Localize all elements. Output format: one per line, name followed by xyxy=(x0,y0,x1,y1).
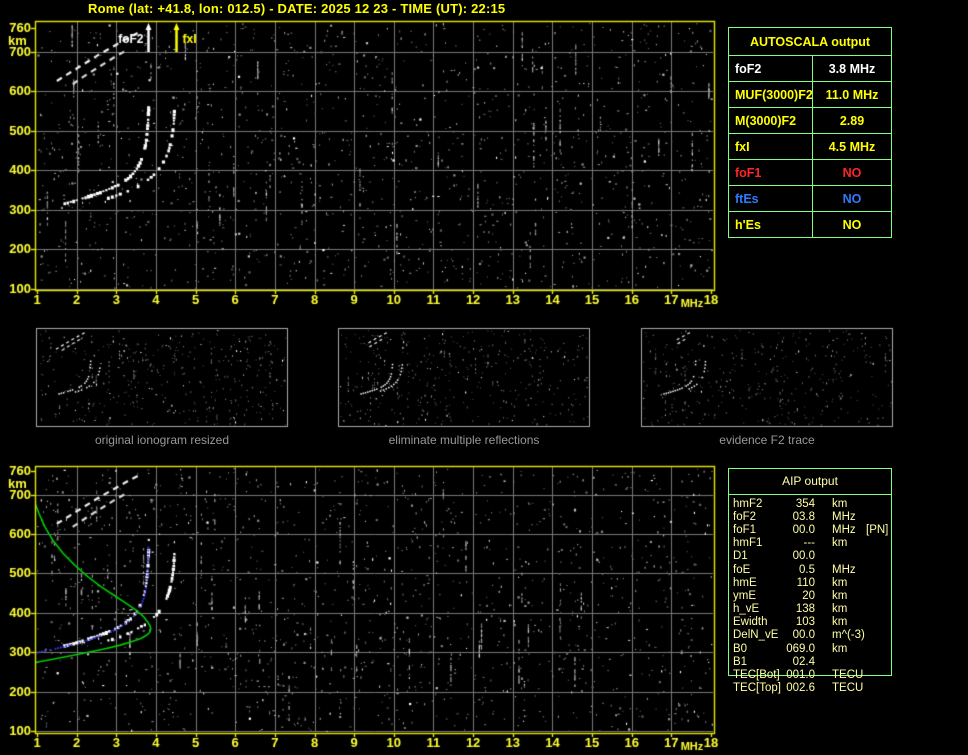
aip-row-B1: B1 02.4 xyxy=(733,655,933,668)
autoscala-param-value: NO xyxy=(842,165,862,180)
autoscala-output-title: AUTOSCALA output xyxy=(749,34,871,49)
aip-unit: MHz xyxy=(832,510,856,523)
aip-label: ymE xyxy=(733,589,756,602)
aip-value: 00.0 xyxy=(792,629,815,642)
autoscala-row-ftEs: ftEs NO xyxy=(729,185,891,211)
aip-value: 02.4 xyxy=(792,655,815,668)
aip-unit: km xyxy=(832,603,848,616)
autoscala-output-table: AUTOSCALA output foF2 3.8 MHz MUF(3000)F2 1… xyxy=(728,27,892,238)
autoscala-screen: Rome (lat: +41.8, lon: 012.5) - DATE: 20… xyxy=(0,0,968,755)
autoscala-param-label: fxI xyxy=(729,134,813,159)
aip-label: TEC[Bot] xyxy=(733,669,780,682)
aip-output-title: AIP output xyxy=(782,474,838,488)
aip-row-hmF1: hmF1 --- km xyxy=(733,537,933,550)
aip-row-foF2: foF2 03.8 MHz xyxy=(733,510,933,523)
autoscala-row-foF2: foF2 3.8 MHz xyxy=(729,55,891,81)
aip-value: 002.6 xyxy=(786,682,815,695)
autoscala-param-label: M(3000)F2 xyxy=(729,108,813,133)
thumbnail-caption-evidence: evidence F2 trace xyxy=(719,433,815,447)
autoscala-row-h'Es: h'Es NO xyxy=(729,211,891,237)
aip-label: hmF1 xyxy=(733,537,763,550)
aip-value: 00.0 xyxy=(792,550,815,563)
autoscala-param-value: NO xyxy=(842,217,862,232)
aip-value: 069.0 xyxy=(786,642,815,655)
aip-value: --- xyxy=(803,537,816,550)
aip-label: foE xyxy=(733,563,751,576)
aip-rows: hmF2 354 km foF2 03.8 MHz foF1 00.0 MHz [PN] hmF1 -… xyxy=(733,497,933,695)
aip-value: 03.8 xyxy=(792,510,815,523)
autoscala-param-label: ftEs xyxy=(729,186,813,211)
aip-unit: km xyxy=(832,642,848,655)
aip-row-hmE: hmE 110 km xyxy=(733,576,933,589)
aip-row-Ewidth: Ewidth 103 km xyxy=(733,616,933,629)
autoscala-rows: foF2 3.8 MHz MUF(3000)F2 11.0 MHz M(3000)F2 2… xyxy=(729,55,891,237)
autoscala-param-value: NO xyxy=(842,191,862,206)
aip-label: h_vE xyxy=(733,603,760,616)
aip-unit: km xyxy=(832,576,848,589)
aip-value: 00.0 xyxy=(792,523,815,536)
aip-extra: [PN] xyxy=(866,523,889,536)
autoscala-row-foF1: foF1 NO xyxy=(729,159,891,185)
autoscala-param-value: 11.0 MHz xyxy=(825,87,879,102)
aip-row-foF1: foF1 00.0 MHz [PN] xyxy=(733,523,933,536)
aip-row-B0: B0 069.0 km xyxy=(733,642,933,655)
aip-unit: km xyxy=(832,497,848,510)
autoscala-row-M(3000)F2: M(3000)F2 2.89 xyxy=(729,107,891,133)
aip-value: 103 xyxy=(795,616,815,629)
aip-value: 20 xyxy=(802,589,815,602)
aip-label: hmE xyxy=(733,576,757,589)
aip-row-D1: D1 00.0 xyxy=(733,550,933,563)
aip-label: foF2 xyxy=(733,510,757,523)
aip-row-TEC[Bot]: TEC[Bot] 001.0 TECU xyxy=(733,668,933,681)
aip-row-DelN_vE: DelN_vE 00.0 m^(-3) xyxy=(733,629,933,642)
thumbnail-caption-original: original ionogram resized xyxy=(94,433,230,447)
aip-unit: km xyxy=(832,537,848,550)
aip-value: 138 xyxy=(795,603,815,616)
aip-label: TEC[Top] xyxy=(733,682,781,695)
aip-label: B0 xyxy=(733,642,748,655)
aip-row-TEC[Top]: TEC[Top] 002.6 TECU xyxy=(733,682,933,695)
aip-unit: MHz xyxy=(832,563,856,576)
autoscala-param-label: MUF(3000)F2 xyxy=(729,82,813,107)
autoscala-param-value: 3.8 MHz xyxy=(828,61,876,76)
aip-row-hmF2: hmF2 354 km xyxy=(733,497,933,510)
aip-row-h_vE: h_vE 138 km xyxy=(733,603,933,616)
autoscala-row-MUF(3000)F2: MUF(3000)F2 11.0 MHz xyxy=(729,81,891,107)
aip-unit: TECU xyxy=(832,669,864,682)
aip-unit: MHz xyxy=(832,523,856,536)
aip-unit: TECU xyxy=(832,682,864,695)
aip-value: 001.0 xyxy=(786,669,815,682)
aip-row-ymE: ymE 20 km xyxy=(733,589,933,602)
autoscala-param-label: h'Es xyxy=(729,212,813,237)
aip-unit: km xyxy=(832,589,848,602)
autoscala-param-label: foF2 xyxy=(729,56,813,81)
aip-label: Ewidth xyxy=(733,616,768,629)
aip-value: 110 xyxy=(796,576,815,589)
autoscala-param-value: 2.89 xyxy=(839,113,865,128)
aip-unit: m^(-3) xyxy=(832,629,865,642)
autoscala-param-label: foF1 xyxy=(729,160,813,185)
aip-label: hmF2 xyxy=(733,497,763,510)
aip-label: DelN_vE xyxy=(733,629,779,642)
aip-row-foE: foE 0.5 MHz xyxy=(733,563,933,576)
autoscala-param-value: 4.5 MHz xyxy=(828,139,876,154)
aip-unit: km xyxy=(832,616,848,629)
aip-value: 0.5 xyxy=(799,563,815,576)
aip-value: 354 xyxy=(795,497,815,510)
aip-header-divider xyxy=(729,494,891,495)
aip-label: B1 xyxy=(733,655,748,668)
aip-label: foF1 xyxy=(733,523,757,536)
aip-label: D1 xyxy=(733,550,748,563)
station-date-title: Rome (lat: +41.8, lon: 012.5) - DATE: 20… xyxy=(88,1,506,16)
thumbnail-caption-eliminate: eliminate multiple reflections xyxy=(388,433,540,447)
autoscala-row-fxI: fxI 4.5 MHz xyxy=(729,133,891,159)
